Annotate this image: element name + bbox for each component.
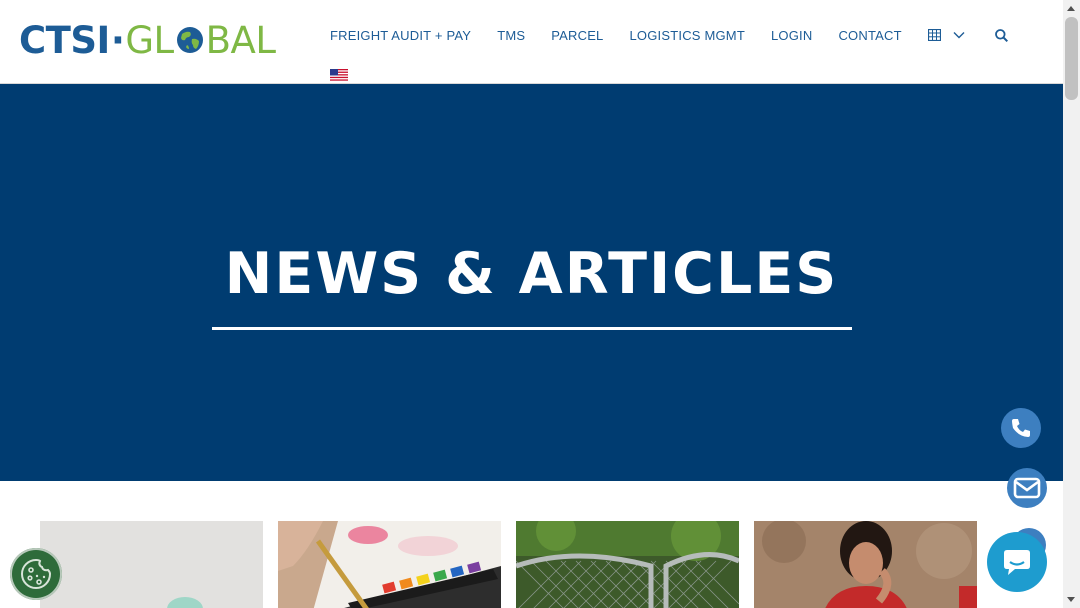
live-chat-button[interactable] — [987, 532, 1047, 592]
nav-tms[interactable]: TMS — [497, 28, 525, 43]
search-button[interactable] — [994, 28, 1008, 42]
scrollbar-thumb[interactable] — [1065, 17, 1078, 100]
logo-global-part-a: GL — [125, 18, 174, 62]
nav-login[interactable]: LOGIN — [771, 28, 812, 43]
nav-logistics-mgmt[interactable]: LOGISTICS MGMT — [630, 28, 745, 43]
search-icon — [994, 28, 1008, 42]
cookie-icon — [21, 558, 52, 589]
chevron-down-icon — [953, 32, 965, 39]
page-scrollbar[interactable] — [1063, 0, 1080, 608]
chain-link-gate-thumbnail — [516, 521, 739, 608]
main-nav: FREIGHT AUDIT + PAY TMS PARCEL LOGISTICS… — [330, 24, 1008, 46]
article-card-1[interactable] — [40, 521, 263, 608]
site-header: CTSI · GL BAL FREIGHT AUDIT + PAY TMS PA… — [0, 0, 1063, 84]
ctsi-global-logo[interactable]: CTSI · GL BAL — [19, 18, 276, 62]
apps-menu-button[interactable] — [927, 29, 965, 41]
page: CTSI · GL BAL FREIGHT AUDIT + PAY TMS PA… — [0, 0, 1063, 608]
article-card-2[interactable] — [278, 521, 501, 608]
title-underline — [212, 327, 852, 330]
nav-parcel[interactable]: PARCEL — [551, 28, 603, 43]
scroll-down-arrow[interactable] — [1067, 597, 1075, 602]
watercolor-paint-thumbnail — [278, 521, 501, 608]
phone-icon — [1012, 419, 1030, 437]
mail-icon — [1013, 477, 1041, 499]
nav-freight-audit-pay[interactable]: FREIGHT AUDIT + PAY — [330, 28, 471, 43]
article-card-3[interactable] — [516, 521, 739, 608]
grid-icon — [927, 29, 941, 41]
logo-dot: · — [110, 18, 125, 62]
globe-icon — [176, 27, 203, 53]
scroll-up-arrow[interactable] — [1067, 6, 1075, 11]
article-card-4[interactable] — [754, 521, 977, 608]
us-flag-icon[interactable] — [330, 69, 348, 81]
hero-banner: NEWS & ARTICLES — [0, 84, 1063, 481]
logo-global-part-b: BAL — [205, 18, 276, 62]
page-title: NEWS & ARTICLES — [224, 241, 839, 307]
email-button[interactable] — [1007, 468, 1047, 508]
abstract-gray-thumbnail — [40, 521, 263, 608]
phone-button[interactable] — [1001, 408, 1041, 448]
nav-contact[interactable]: CONTACT — [838, 28, 901, 43]
cookie-settings-button[interactable] — [10, 548, 62, 600]
chat-icon — [1004, 550, 1030, 575]
logo-global-text: GL BAL — [125, 18, 276, 62]
person-thinking-thumbnail — [754, 521, 977, 608]
logo-ctsi-text: CTSI — [19, 18, 110, 62]
